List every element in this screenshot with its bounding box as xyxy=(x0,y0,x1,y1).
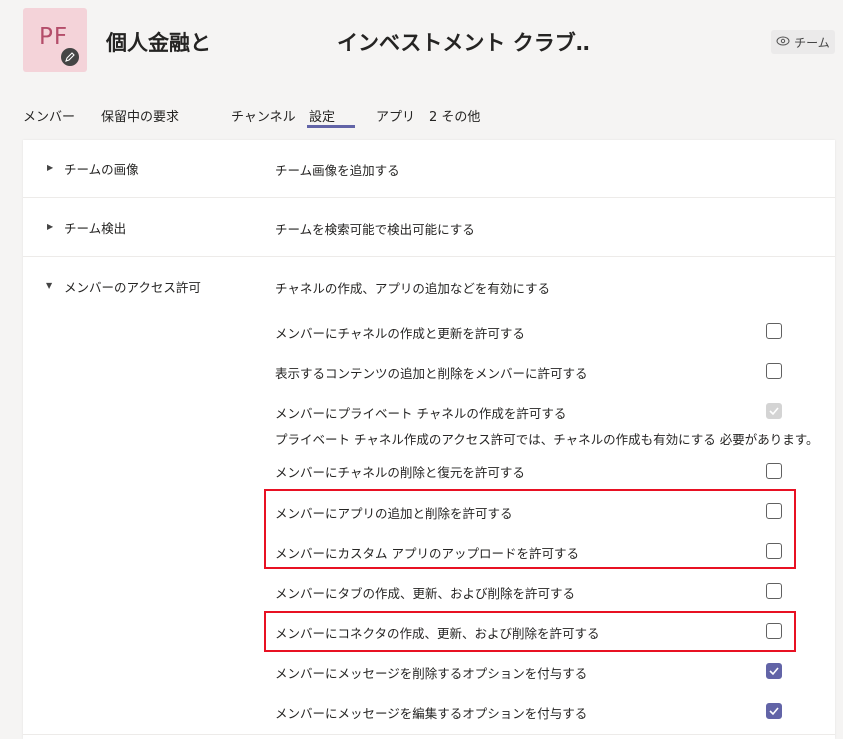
checkmark-icon xyxy=(769,407,779,416)
team-button-label: チーム xyxy=(794,35,830,50)
section-member-permissions-title[interactable]: メンバーのアクセス許可 xyxy=(64,277,201,296)
team-name-continued: インベストメント クラブ‥ xyxy=(337,31,590,55)
highlight-box-connectors xyxy=(264,611,796,652)
team-name: 個人金融と xyxy=(106,31,211,55)
option-edit-messages-label: メンバーにメッセージを編集するオプションを付与する xyxy=(275,706,588,721)
team-avatar[interactable]: PF xyxy=(23,8,87,72)
tab-more[interactable]: 2 その他 xyxy=(429,106,480,125)
highlight-box-apps xyxy=(264,489,796,569)
section-team-discovery-title[interactable]: チーム検出 xyxy=(64,218,126,237)
tab-apps[interactable]: アプリ xyxy=(376,106,415,125)
option-delete-messages-label: メンバーにメッセージを削除するオプションを付与する xyxy=(275,666,588,681)
avatar-initials: PF xyxy=(39,24,69,50)
divider xyxy=(23,197,835,198)
section-team-picture-description: チーム画像を追加する xyxy=(275,163,400,178)
team-visibility-button[interactable]: チーム xyxy=(771,30,835,54)
option-delete-restore-channels-label: メンバーにチャネルの削除と復元を許可する xyxy=(275,465,525,480)
eye-icon xyxy=(776,35,790,49)
checkmark-icon xyxy=(769,707,779,716)
option-edit-messages-checkbox[interactable] xyxy=(766,703,782,719)
option-add-remove-content-label: 表示するコンテンツの追加と削除をメンバーに許可する xyxy=(275,366,588,381)
more-label: その他 xyxy=(441,110,481,125)
option-create-private-channels-label: メンバーにプライベート チャネルの作成を許可する xyxy=(275,406,567,421)
edit-pencil-icon[interactable] xyxy=(59,46,81,68)
option-delete-messages-checkbox[interactable] xyxy=(766,663,782,679)
option-delete-restore-channels-checkbox[interactable] xyxy=(766,463,782,479)
option-create-update-channels-checkbox[interactable] xyxy=(766,323,782,339)
option-add-remove-content-checkbox[interactable] xyxy=(766,363,782,379)
option-tabs-checkbox[interactable] xyxy=(766,583,782,599)
caret-right-icon[interactable]: ▶ xyxy=(47,222,53,231)
section-team-discovery-description: チームを検索可能で検出可能にする xyxy=(275,222,475,237)
tab-members[interactable]: メンバー xyxy=(23,106,75,125)
caret-down-icon[interactable]: ▼ xyxy=(46,281,52,290)
private-channel-note: プライベート チャネル作成のアクセス許可では、チャネルの作成も有効にする 必要が… xyxy=(275,432,819,447)
checkmark-icon xyxy=(769,667,779,676)
tab-pending-requests[interactable]: 保留中の要求 xyxy=(101,106,179,125)
divider xyxy=(23,256,835,257)
option-tabs-label: メンバーにタブの作成、更新、および削除を許可する xyxy=(275,586,576,601)
tab-channels[interactable]: チャンネル xyxy=(231,106,296,125)
section-member-permissions-description: チャネルの作成、アプリの追加などを有効にする xyxy=(275,281,551,296)
more-count: 2 xyxy=(429,110,438,125)
section-team-picture-title[interactable]: チームの画像 xyxy=(64,159,139,178)
divider xyxy=(23,734,835,735)
tab-settings[interactable]: 設定 xyxy=(306,106,356,128)
option-create-update-channels-label: メンバーにチャネルの作成と更新を許可する xyxy=(275,326,525,341)
caret-right-icon[interactable]: ▶ xyxy=(47,163,53,172)
option-create-private-channels-checkbox xyxy=(766,403,782,419)
